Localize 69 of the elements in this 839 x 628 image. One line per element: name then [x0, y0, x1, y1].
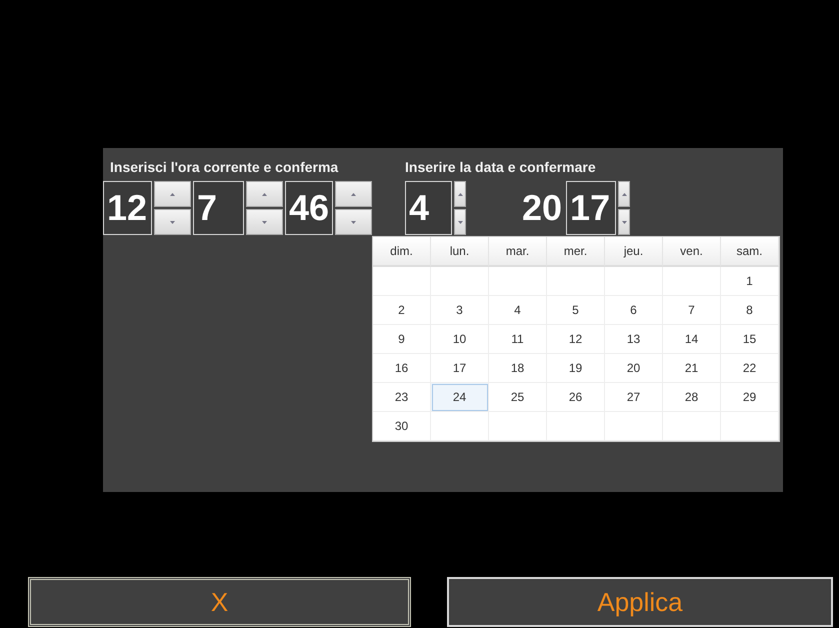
time-input[interactable]: 46	[285, 181, 333, 235]
day-cell[interactable]: 11	[489, 325, 547, 354]
up-arrow-icon	[458, 192, 462, 196]
day-cell[interactable]: 26	[547, 383, 605, 412]
day-cell[interactable]: 15	[721, 325, 779, 354]
empty-day-cell	[431, 267, 489, 296]
date-title: Inserire la data e confermare	[405, 158, 597, 177]
empty-day-cell	[663, 267, 721, 296]
down-arrow-icon	[351, 220, 356, 224]
day-cell[interactable]: 5	[547, 296, 605, 325]
increment-button[interactable]	[618, 181, 630, 207]
empty-day-cell	[663, 412, 721, 441]
day-cell[interactable]: 8	[721, 296, 779, 325]
cancel-button[interactable]: X	[28, 577, 411, 627]
up-arrow-icon	[170, 192, 175, 196]
day-cell[interactable]: 12	[547, 325, 605, 354]
weekday-header: sam.	[721, 237, 779, 267]
weekday-header: mar.	[489, 237, 547, 267]
year-input[interactable]: 17	[566, 181, 616, 235]
day-cell[interactable]: 25	[489, 383, 547, 412]
time-title: Inserisci l'ora corrente e conferma	[109, 158, 340, 177]
down-arrow-icon	[262, 220, 267, 224]
month-input[interactable]: 4	[405, 181, 452, 235]
day-cell[interactable]: 6	[605, 296, 663, 325]
up-arrow-icon	[351, 192, 356, 196]
down-arrow-icon	[170, 220, 175, 224]
down-arrow-icon	[622, 220, 627, 224]
day-cell[interactable]: 29	[721, 383, 779, 412]
empty-day-cell	[605, 412, 663, 441]
day-cell[interactable]: 19	[547, 354, 605, 383]
down-arrow-icon	[458, 220, 462, 224]
weekday-header: lun.	[431, 237, 489, 267]
day-cell[interactable]: 16	[373, 354, 431, 383]
day-cell[interactable]: 18	[489, 354, 547, 383]
day-cell[interactable]: 13	[605, 325, 663, 354]
day-cell[interactable]: 27	[605, 383, 663, 412]
empty-day-cell	[605, 267, 663, 296]
time-input[interactable]: 7	[193, 181, 244, 235]
empty-day-cell	[373, 267, 431, 296]
day-cell[interactable]: 2	[373, 296, 431, 325]
up-arrow-icon	[262, 192, 267, 196]
day-cell[interactable]: 24	[431, 383, 489, 412]
day-cell[interactable]: 20	[605, 354, 663, 383]
day-cell[interactable]: 21	[663, 354, 721, 383]
day-cell[interactable]: 9	[373, 325, 431, 354]
up-arrow-icon	[622, 192, 627, 196]
weekday-header: ven.	[663, 237, 721, 267]
time-input[interactable]: 12	[103, 181, 152, 235]
year-prefix: 20	[522, 187, 562, 229]
empty-day-cell	[489, 412, 547, 441]
empty-day-cell	[547, 412, 605, 441]
day-cell[interactable]: 30	[373, 412, 431, 441]
weekday-header: mer.	[547, 237, 605, 267]
apply-button[interactable]: Applica	[447, 577, 833, 627]
weekday-header: dim.	[373, 237, 431, 267]
weekday-header: jeu.	[605, 237, 663, 267]
day-cell[interactable]: 1	[721, 267, 779, 296]
day-cell[interactable]: 3	[431, 296, 489, 325]
day-cell[interactable]: 4	[489, 296, 547, 325]
decrement-button[interactable]	[618, 209, 630, 235]
day-cell[interactable]: 14	[663, 325, 721, 354]
empty-day-cell	[431, 412, 489, 441]
day-cell[interactable]: 22	[721, 354, 779, 383]
empty-day-cell	[547, 267, 605, 296]
day-cell[interactable]: 28	[663, 383, 721, 412]
day-cell[interactable]: 10	[431, 325, 489, 354]
empty-day-cell	[489, 267, 547, 296]
empty-day-cell	[721, 412, 779, 441]
day-cell[interactable]: 7	[663, 296, 721, 325]
